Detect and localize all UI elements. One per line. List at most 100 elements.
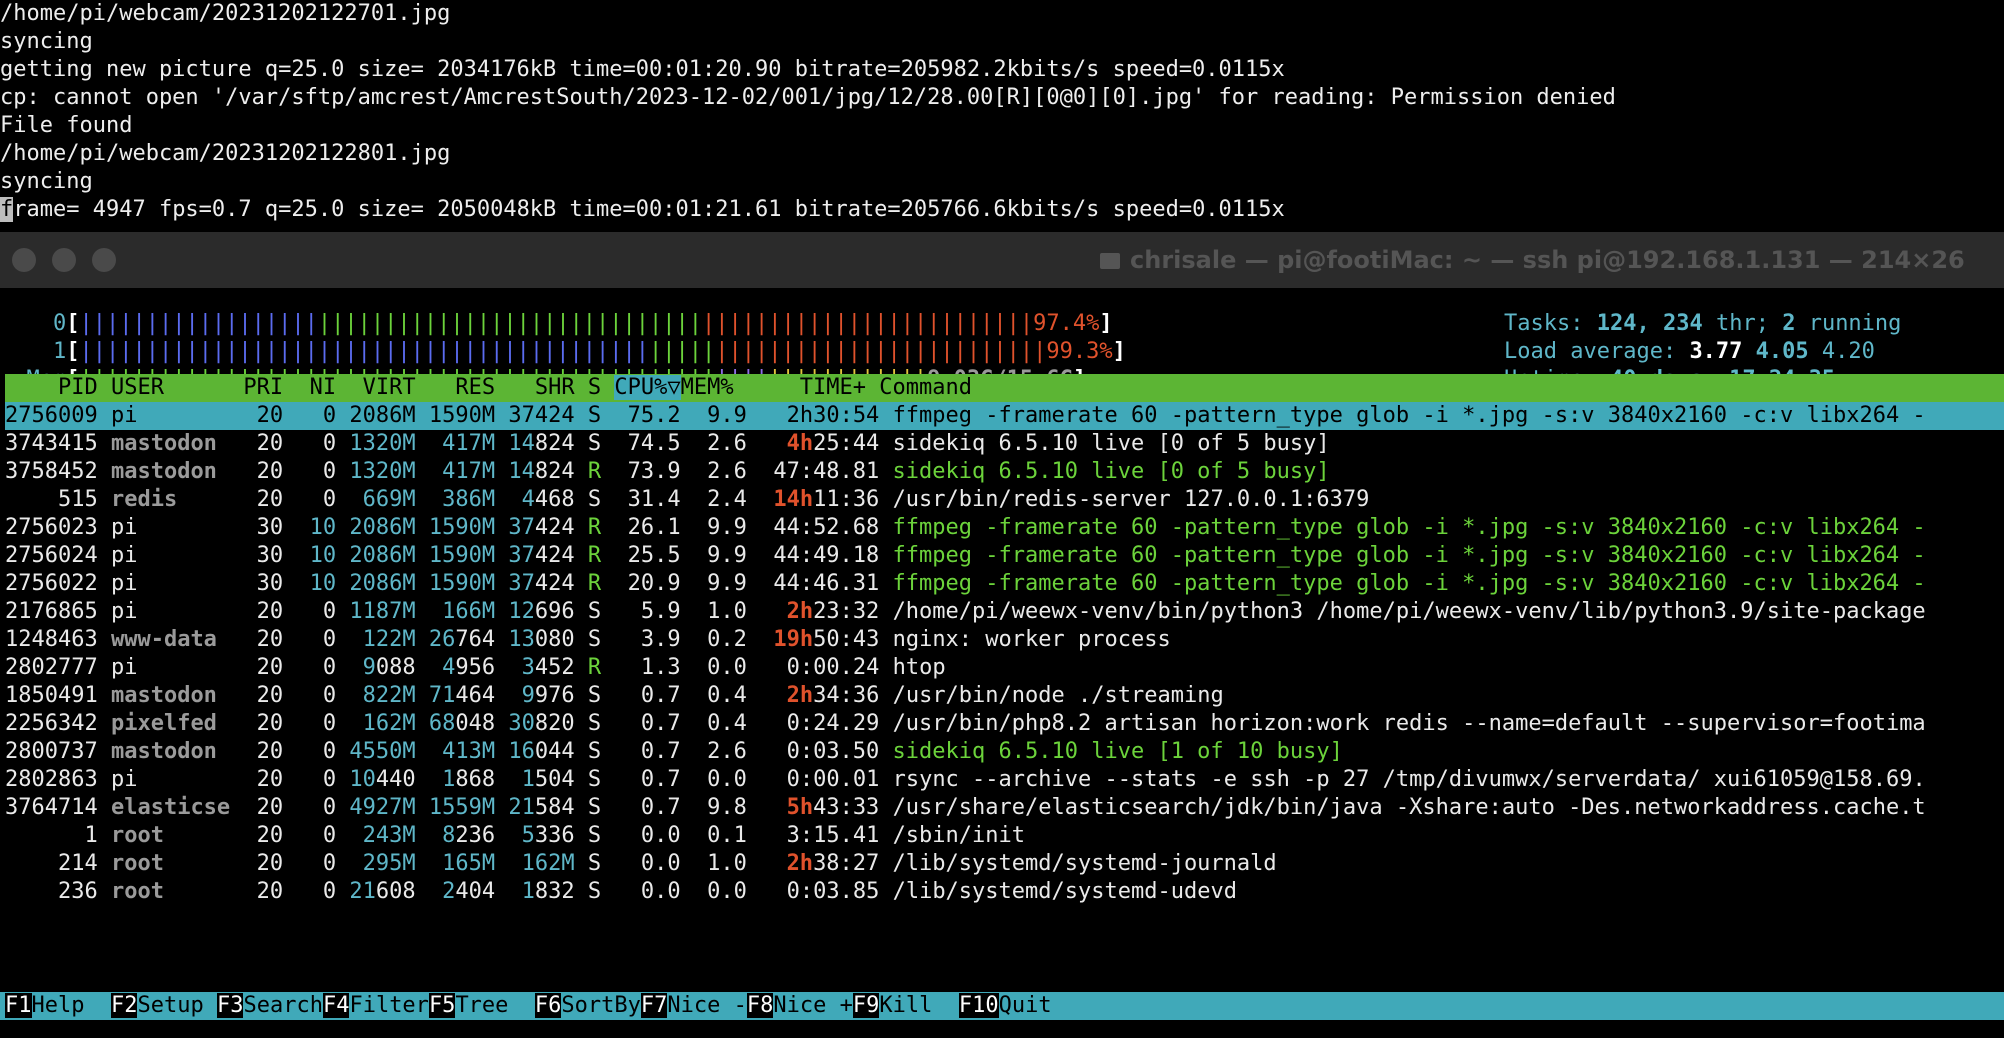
process-time: 14h — [773, 487, 814, 512]
process-row[interactable]: 236 root 20 0 21608 2404 1832 S 0.0 0.0 … — [5, 878, 2004, 906]
terminal-output-line: /home/pi/webcam/20231202122701.jpg — [0, 1, 451, 26]
process-spacer — [495, 543, 508, 568]
function-label-f6[interactable]: SortBy — [561, 993, 641, 1018]
process-spacer — [575, 711, 588, 736]
process-res: 413M — [442, 739, 496, 764]
process-spacer — [495, 823, 508, 848]
process-shr: 424 — [534, 403, 575, 428]
process-mem: 0.4 — [693, 711, 761, 736]
process-row[interactable]: 2256342 pixelfed 20 0 162M 68048 30820 S… — [5, 710, 2004, 738]
function-key-f6[interactable]: F6 — [534, 993, 562, 1018]
header-time[interactable]: TIME+ — [747, 375, 879, 400]
zoom-button[interactable] — [92, 248, 116, 272]
process-pid: 3743415 — [5, 431, 111, 456]
function-key-bar: F1Help F2Setup F3SearchF4FilterF5Tree F6… — [0, 992, 2004, 1020]
header-res[interactable]: RES — [429, 375, 508, 400]
htop-content[interactable]: 0[||||||||||||||||||||||||||||||||||||||… — [0, 288, 2004, 1038]
process-time: 19h — [773, 627, 814, 652]
process-spacer — [495, 711, 508, 736]
header-command[interactable]: Command — [879, 375, 972, 400]
process-row[interactable]: 214 root 20 0 295M 165M 162M S 0.0 1.0 2… — [5, 850, 2004, 878]
process-res: 165M — [442, 851, 496, 876]
process-time-pad — [760, 767, 787, 792]
process-time-pad — [760, 739, 787, 764]
function-label-f10[interactable]: Quit — [998, 993, 1052, 1018]
process-row[interactable]: 3764714 elasticse 20 0 4927M 1559M 21584… — [5, 794, 2004, 822]
process-shr: 5 — [521, 823, 535, 848]
header-state[interactable]: S — [588, 375, 615, 400]
process-row[interactable]: 2756009 pi 20 0 2086M 1590M 37424 S 75.2… — [5, 402, 2004, 430]
function-key-f4[interactable]: F4 — [322, 993, 350, 1018]
function-key-f5[interactable]: F5 — [428, 993, 456, 1018]
function-key-f8[interactable]: F8 — [746, 993, 774, 1018]
process-row[interactable]: 2800737 mastodon 20 0 4550M 413M 16044 S… — [5, 738, 2004, 766]
process-spacer — [575, 767, 588, 792]
header-virt[interactable]: VIRT — [349, 375, 428, 400]
process-table-header[interactable]: PID USER PRI NI VIRT RES SHR S CPU%▽MEM%… — [5, 374, 2004, 402]
function-key-f1[interactable]: F1 — [5, 993, 32, 1018]
process-time: 47:48.81 — [773, 459, 880, 484]
process-row[interactable]: 3758452 mastodon 20 0 1320M 417M 14824 R… — [5, 458, 2004, 486]
process-spacer — [879, 823, 892, 848]
header-cpu[interactable]: CPU%▽ — [614, 375, 681, 400]
function-key-f9[interactable]: F9 — [852, 993, 880, 1018]
header-user[interactable]: USER — [111, 375, 243, 400]
process-row[interactable]: 1850491 mastodon 20 0 822M 71464 9976 S … — [5, 682, 2004, 710]
function-label-f4[interactable]: Filter — [349, 993, 429, 1018]
function-key-f7[interactable]: F7 — [640, 993, 668, 1018]
process-row[interactable]: 1 root 20 0 243M 8236 5336 S 0.0 0.1 3:1… — [5, 822, 2004, 850]
process-pid: 236 — [5, 879, 111, 904]
process-cpu: 31.4 — [614, 487, 694, 512]
process-shr: 37 — [508, 403, 535, 428]
process-row[interactable]: 2176865 pi 20 0 1187M 166M 12696 S 5.9 1… — [5, 598, 2004, 626]
process-row[interactable]: 2756022 pi 30 10 2086M 1590M 37424 R 20.… — [5, 570, 2004, 598]
process-shr: 13 — [508, 627, 535, 652]
minimize-button[interactable] — [52, 248, 76, 272]
header-ni[interactable]: NI — [296, 375, 349, 400]
function-label-f8[interactable]: Nice + — [773, 993, 853, 1018]
function-label-f3[interactable]: Search — [243, 993, 323, 1018]
process-mem: 2.6 — [693, 739, 761, 764]
process-spacer — [879, 627, 892, 652]
window-titlebar[interactable]: chrisale — pi@footiMac: ~ — ssh pi@192.1… — [0, 232, 2004, 289]
header-mem[interactable]: MEM% — [681, 375, 747, 400]
process-res: 166M — [442, 599, 496, 624]
process-time-pad — [760, 655, 787, 680]
process-pid: 2756022 — [5, 571, 111, 596]
process-time: 4h — [786, 431, 814, 456]
function-label-f2[interactable]: Setup — [137, 993, 217, 1018]
process-time: 2h — [786, 851, 814, 876]
process-user: root — [110, 851, 244, 876]
terminal-window[interactable]: chrisale — pi@footiMac: ~ — ssh pi@192.1… — [0, 232, 2004, 1038]
terminal-output-line: /home/pi/webcam/20231202122801.jpg — [0, 141, 451, 166]
process-virt: 1320M — [349, 459, 416, 484]
process-row[interactable]: 2802777 pi 20 0 9088 4956 3452 R 1.3 0.0… — [5, 654, 2004, 682]
function-label-f1[interactable]: Help — [31, 993, 111, 1018]
function-label-f5[interactable]: Tree — [455, 993, 535, 1018]
function-key-f3[interactable]: F3 — [216, 993, 244, 1018]
process-row[interactable]: 2756023 pi 30 10 2086M 1590M 37424 R 26.… — [5, 514, 2004, 542]
header-pri[interactable]: PRI — [243, 375, 296, 400]
process-row[interactable]: 2756024 pi 30 10 2086M 1590M 37424 R 25.… — [5, 542, 2004, 570]
process-row[interactable]: 515 redis 20 0 669M 386M 4468 S 31.4 2.4… — [5, 486, 2004, 514]
header-pid[interactable]: PID — [5, 375, 111, 400]
process-row[interactable]: 1248463 www-data 20 0 122M 26764 13080 S… — [5, 626, 2004, 654]
function-label-f9[interactable]: Kill — [879, 993, 959, 1018]
process-time-pad — [760, 795, 787, 820]
load-1min: 3.77 — [1689, 339, 1743, 364]
process-res: 386M — [442, 487, 496, 512]
header-shr[interactable]: SHR — [508, 375, 587, 400]
function-key-f10[interactable]: F10 — [958, 993, 999, 1018]
process-res: 1590M — [428, 543, 496, 568]
cpu0-meter: 0[||||||||||||||||||||||||||||||||||||||… — [0, 310, 1113, 338]
process-row[interactable]: 3743415 mastodon 20 0 1320M 417M 14824 S… — [5, 430, 2004, 458]
folder-icon — [1100, 253, 1120, 269]
close-button[interactable] — [12, 248, 36, 272]
process-command: nginx: worker process — [892, 627, 1171, 652]
process-virt-pad — [349, 823, 362, 848]
process-cpu: 26.1 — [614, 515, 694, 540]
process-row[interactable]: 2802863 pi 20 0 10440 1868 1504 S 0.7 0.… — [5, 766, 2004, 794]
function-label-f7[interactable]: Nice - — [667, 993, 747, 1018]
process-time: 11:36 — [813, 487, 880, 512]
function-key-f2[interactable]: F2 — [110, 993, 138, 1018]
